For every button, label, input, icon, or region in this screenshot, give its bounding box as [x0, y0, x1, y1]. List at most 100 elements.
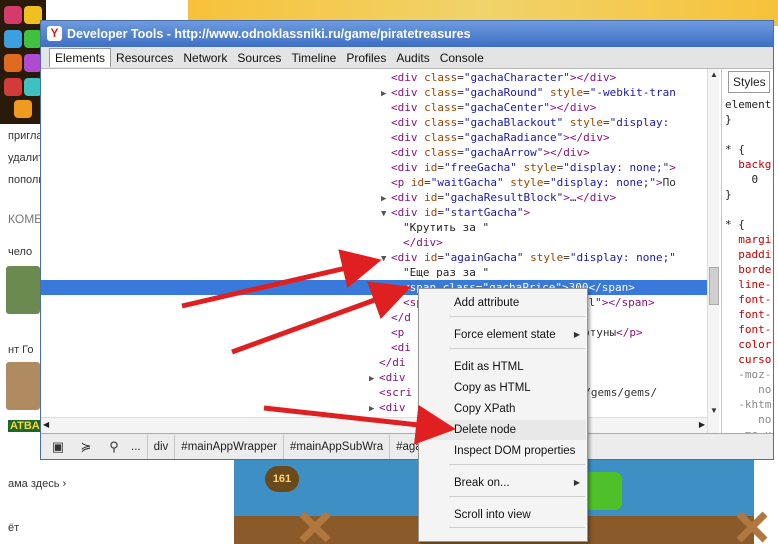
search-icon[interactable]: ⚲ — [103, 437, 125, 457]
tab-styles[interactable]: Styles — [728, 71, 770, 93]
dom-node-row[interactable]: ▼ <div id="againGacha" style="display: no… — [41, 250, 707, 265]
scroll-left-icon[interactable]: ◀ — [43, 420, 49, 429]
tab-audits[interactable]: Audits — [391, 49, 434, 67]
devtools-title-bar[interactable]: Y Developer Tools - http://www.odnoklass… — [41, 21, 773, 47]
tab-elements[interactable]: Elements — [49, 48, 112, 67]
dom-node-row[interactable]: </div> — [41, 235, 707, 250]
style-rule-line: margi — [725, 233, 772, 246]
gem-icon — [4, 30, 22, 48]
gem-icon — [14, 100, 32, 118]
style-rule-line: * { — [725, 218, 745, 231]
style-rule-line: color — [725, 338, 772, 351]
menu-item-label: Edit as HTML — [454, 361, 524, 373]
breadcrumb-item[interactable]: div — [148, 434, 176, 459]
dom-node-row[interactable]: <scri 05.65/gems/gems/ — [41, 385, 707, 400]
dom-node-markup: <div id="againGacha" style="display: non… — [391, 251, 676, 264]
dom-node-row[interactable]: <p со Фортуны</p> — [41, 325, 707, 340]
dom-node-markup: <p id="waitGacha" style="display: none;"… — [391, 176, 676, 189]
dom-node-markup: </div> — [403, 236, 443, 249]
window-title: Developer Tools - http://www.odnoklassni… — [67, 27, 471, 41]
menu-separator — [449, 348, 585, 349]
background-link[interactable]: пригла — [8, 130, 43, 142]
background-link[interactable]: чело — [8, 246, 32, 258]
dom-node-row[interactable]: <sp all"></span> — [41, 295, 707, 310]
tab-timeline[interactable]: Timeline — [286, 49, 341, 67]
background-link[interactable]: ама здесь › — [8, 478, 66, 490]
game-avatar[interactable] — [6, 362, 40, 410]
menu-item-copy-xpath[interactable]: Copy XPath — [420, 399, 586, 419]
game-green-button[interactable] — [584, 472, 622, 510]
cross-icon — [736, 511, 768, 543]
vertical-scrollbar[interactable]: ▲ ▼ — [707, 69, 719, 433]
devtools-tab-bar: Elements Resources Network Sources Timeline P… — [41, 47, 773, 69]
dom-node-row[interactable]: ▶<div /div> — [41, 400, 707, 415]
dom-node-row[interactable]: "Еще раз за " — [41, 265, 707, 280]
style-rule-line: paddi — [725, 248, 772, 261]
scroll-down-icon[interactable]: ▼ — [708, 405, 720, 417]
menu-item-force-element-state[interactable]: Force element state ▶ — [420, 325, 586, 345]
style-rule-line: backg — [725, 158, 772, 171]
gem-icon — [4, 6, 22, 24]
dom-node-markup: "Еще раз за " — [403, 266, 490, 279]
style-rule-line: font- — [725, 308, 772, 321]
dom-node-row[interactable]: </d — [41, 310, 707, 325]
dom-node-row[interactable]: ▶ <div class="gachaRound" style="-webkit-… — [41, 85, 707, 100]
tab-profiles[interactable]: Profiles — [341, 49, 391, 67]
style-rule-line: borde — [725, 263, 772, 276]
tab-console[interactable]: Console — [435, 49, 489, 67]
menu-item-edit-as-html[interactable]: Edit as HTML — [420, 357, 586, 377]
dom-node-row[interactable]: ▼ <div id="startGacha"> — [41, 205, 707, 220]
style-rule-line: no — [725, 383, 772, 396]
tab-sources[interactable]: Sources — [232, 49, 286, 67]
breadcrumb-item[interactable]: #mainAppSubWra — [284, 434, 391, 459]
background-link[interactable]: пополн — [8, 174, 44, 186]
menu-item-label: Inspect DOM properties — [454, 445, 576, 457]
dom-node-markup: </di — [379, 356, 406, 369]
scroll-thumb[interactable] — [709, 267, 719, 305]
yandex-logo-icon: Y — [47, 26, 62, 41]
menu-item-break-on[interactable]: Break on... ▶ — [420, 473, 586, 493]
horizontal-scrollbar[interactable]: ◀ ▶ — [41, 417, 707, 433]
gem-icon — [4, 54, 22, 72]
menu-item-scroll-into-view[interactable]: Scroll into view — [420, 505, 586, 525]
dom-node-row[interactable]: <div class="gachaRadiance"></div> — [41, 130, 707, 145]
dom-node-row[interactable]: <div class="gachaArrow"></div> — [41, 145, 707, 160]
menu-item-copy-as-html[interactable]: Copy as HTML — [420, 378, 586, 398]
tab-network[interactable]: Network — [178, 49, 232, 67]
selected-node-row[interactable]: <span class="gachaPrice">300</span> — [41, 280, 707, 295]
tab-resources[interactable]: Resources — [111, 49, 178, 67]
dom-node-row[interactable]: <di — [41, 340, 707, 355]
dom-node-row[interactable]: ▶ <div id="gachaResultBlock">…</div> — [41, 190, 707, 205]
dock-icon[interactable]: ▣ — [47, 437, 69, 457]
menu-item-delete-node[interactable]: Delete node — [420, 420, 586, 440]
style-rule-line: -khtm — [725, 398, 772, 411]
dom-node-row[interactable]: <div class="gachaBlackout" style="displa… — [41, 115, 707, 130]
menu-item-inspect-dom-properties[interactable]: Inspect DOM properties — [420, 441, 586, 461]
breadcrumb-item[interactable]: ... — [125, 434, 148, 459]
breadcrumb-item[interactable]: #mainAppWrapper — [175, 434, 284, 459]
dom-node-markup: <div class="gachaCharacter"></div> — [391, 71, 617, 84]
dom-node-row[interactable]: <div class="gachaCenter"></div> — [41, 100, 707, 115]
background-link[interactable]: нт Го — [8, 344, 34, 356]
dom-node-row[interactable]: <div id="freeGacha" style="display: none… — [41, 160, 707, 175]
elements-tree[interactable]: <div class="gachaCharacter"></div> ▶ <div … — [41, 69, 707, 433]
console-drawer-icon[interactable]: ≽ — [75, 437, 97, 457]
background-heading: КОМЕ — [8, 212, 43, 226]
dom-node-markup: <div class="gachaBlackout" style="displa… — [391, 116, 676, 129]
dom-node-markup: <div id="startGacha"> — [391, 206, 531, 219]
scroll-right-icon[interactable]: ▶ — [699, 420, 705, 429]
dom-node-row[interactable]: <div class="gachaCharacter"></div> — [41, 70, 707, 85]
dom-node-markup: <div class="gachaArrow"></div> — [391, 146, 590, 159]
menu-item-label: Force element state — [454, 329, 556, 341]
style-rule-line: line- — [725, 278, 772, 291]
dom-node-row[interactable]: "Крутить за " — [41, 220, 707, 235]
game-avatar[interactable] — [6, 266, 40, 314]
background-link[interactable]: удалит — [8, 152, 43, 164]
scroll-up-icon[interactable]: ▲ — [708, 69, 720, 81]
dom-node-row[interactable]: </di — [41, 355, 707, 370]
dom-node-markup: </d — [391, 311, 411, 324]
dom-node-row[interactable]: <p id="waitGacha" style="display: none;"… — [41, 175, 707, 190]
style-rule-line: font- — [725, 323, 772, 336]
dom-node-row[interactable]: ▶<div — [41, 370, 707, 385]
menu-item-add-attribute[interactable]: Add attribute — [420, 293, 586, 313]
